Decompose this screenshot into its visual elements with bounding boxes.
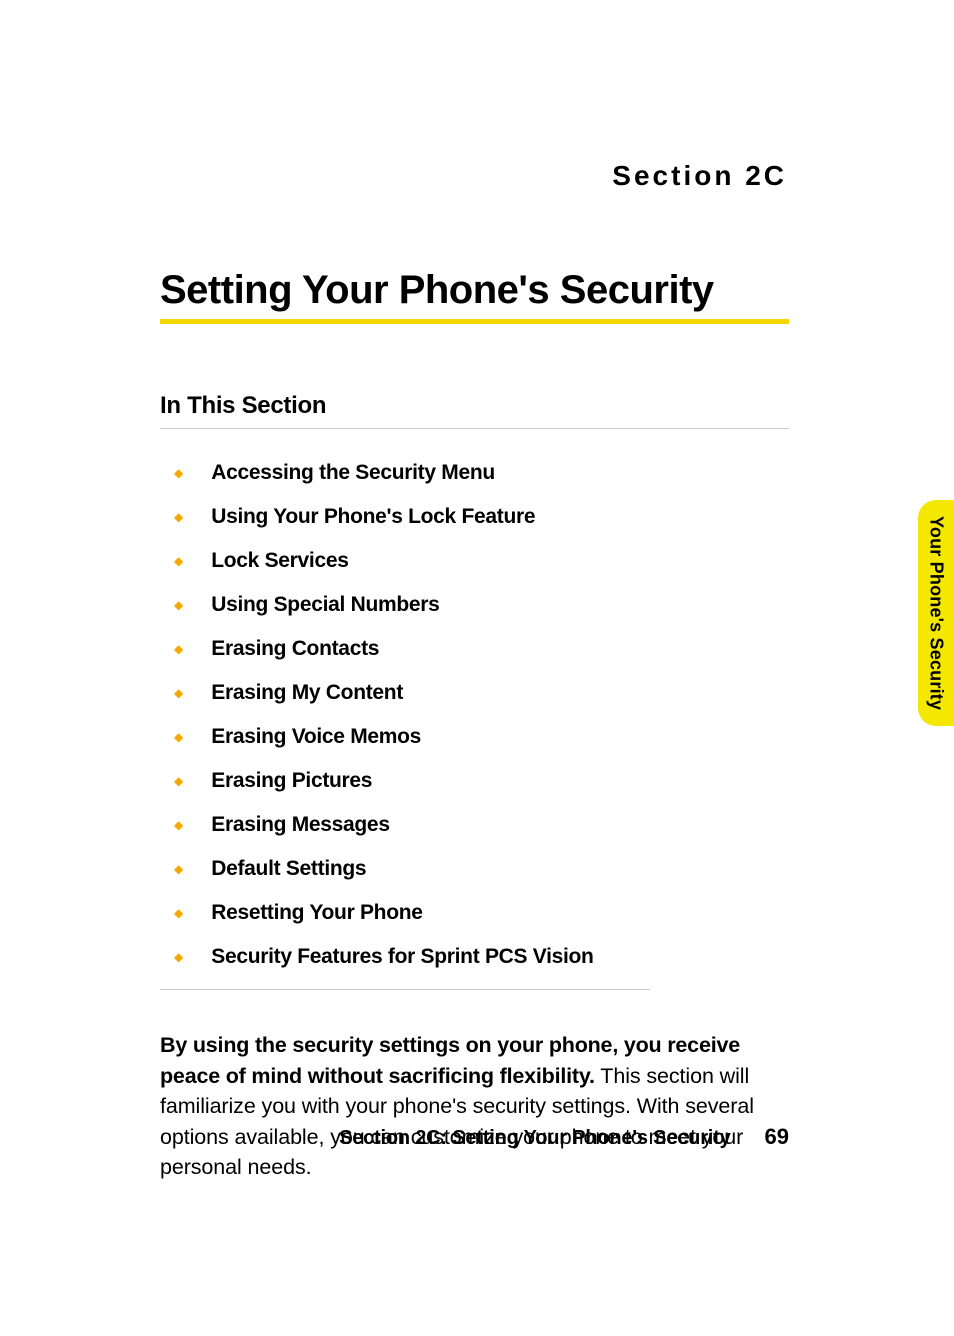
toc-text: Security Features for Sprint PCS Vision [211, 945, 593, 969]
toc-text: Erasing My Content [211, 681, 403, 705]
bullet-icon: ◆ [174, 467, 183, 479]
bullet-icon: ◆ [174, 775, 183, 787]
toc-item: ◆ Erasing Messages [174, 813, 789, 837]
toc-text: Erasing Contacts [211, 637, 379, 661]
toc-text: Resetting Your Phone [211, 901, 422, 925]
bullet-icon: ◆ [174, 907, 183, 919]
toc-item: ◆ Erasing Contacts [174, 637, 789, 661]
toc-item: ◆ Erasing Voice Memos [174, 725, 789, 749]
toc-item: ◆ Using Your Phone's Lock Feature [174, 505, 789, 529]
toc-item: ◆ Erasing My Content [174, 681, 789, 705]
bullet-icon: ◆ [174, 819, 183, 831]
list-underline [160, 989, 650, 990]
toc-text: Using Special Numbers [211, 593, 439, 617]
toc-text: Lock Services [211, 549, 348, 573]
toc-text: Accessing the Security Menu [211, 461, 495, 485]
toc-text: Erasing Pictures [211, 769, 372, 793]
toc-text: Default Settings [211, 857, 366, 881]
section-label: Section 2C [160, 160, 789, 192]
toc-item: ◆ Security Features for Sprint PCS Visio… [174, 945, 789, 969]
toc-item: ◆ Default Settings [174, 857, 789, 881]
toc-item: ◆ Using Special Numbers [174, 593, 789, 617]
toc-item: ◆ Lock Services [174, 549, 789, 573]
title-underline [160, 319, 789, 324]
toc-item: ◆ Erasing Pictures [174, 769, 789, 793]
toc-text: Erasing Messages [211, 813, 389, 837]
bullet-icon: ◆ [174, 511, 183, 523]
bullet-icon: ◆ [174, 599, 183, 611]
toc-item: ◆ Accessing the Security Menu [174, 461, 789, 485]
footer-page-number: 69 [765, 1124, 789, 1150]
bullet-icon: ◆ [174, 863, 183, 875]
toc-item: ◆ Resetting Your Phone [174, 901, 789, 925]
page-container: Section 2C Setting Your Phone's Security… [0, 0, 954, 1336]
toc-text: Erasing Voice Memos [211, 725, 421, 749]
bullet-icon: ◆ [174, 643, 183, 655]
page-footer: Section 2C: Setting Your Phone's Securit… [160, 1124, 789, 1150]
footer-title: Section 2C: Setting Your Phone's Securit… [339, 1127, 730, 1150]
bullet-icon: ◆ [174, 731, 183, 743]
body-paragraph: By using the security settings on your p… [160, 1030, 789, 1183]
bullet-icon: ◆ [174, 951, 183, 963]
bullet-icon: ◆ [174, 555, 183, 567]
toc-list: ◆ Accessing the Security Menu ◆ Using Yo… [160, 461, 789, 969]
page-title: Setting Your Phone's Security [160, 268, 789, 313]
bullet-icon: ◆ [174, 687, 183, 699]
in-this-section-heading: In This Section [160, 392, 789, 429]
side-tab: Your Phone's Security [918, 500, 954, 726]
toc-text: Using Your Phone's Lock Feature [211, 505, 535, 529]
side-tab-label: Your Phone's Security [926, 516, 947, 710]
